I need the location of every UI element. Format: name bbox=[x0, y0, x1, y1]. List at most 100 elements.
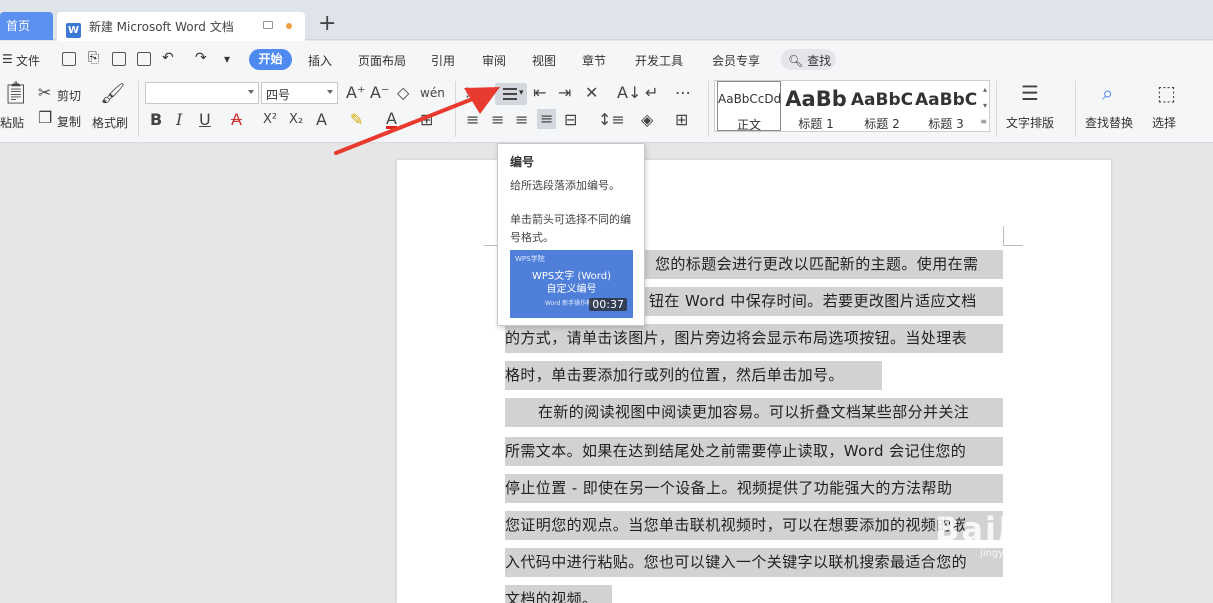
distributed-align-icon[interactable]: ⊟ bbox=[564, 112, 577, 128]
ribbon-toolbar: 📋︎ 粘贴 ✂ 剪切 ❐ 复制 🖌︎ 格式刷 四号 A⁺ A⁻ ◇ wén B … bbox=[0, 77, 1213, 143]
paste-button[interactable]: 粘贴 bbox=[0, 114, 24, 131]
font-size-select[interactable]: 四号 bbox=[261, 82, 338, 104]
search-command[interactable]: 🔍︎ 查找 bbox=[781, 49, 836, 70]
superscript-icon[interactable]: X² bbox=[263, 112, 277, 128]
decrease-indent-icon[interactable]: ⇤ bbox=[533, 85, 546, 101]
text-effect-icon[interactable]: A bbox=[316, 112, 327, 128]
style-preview: AaBb bbox=[785, 87, 847, 111]
style-heading-2[interactable]: AaBbC 标题 2 bbox=[849, 81, 915, 131]
divider bbox=[1075, 81, 1076, 137]
styles-gallery: AaBbCcDd 正文 AaBb 标题 1 AaBbC 标题 2 AaBbC 标… bbox=[714, 80, 990, 132]
chevron-down-icon[interactable]: ▾ bbox=[519, 88, 524, 98]
sort-icon[interactable]: A↓ bbox=[617, 85, 641, 101]
subscript-icon[interactable]: X₂ bbox=[289, 112, 303, 128]
tab-bar: 首页 W 新建 Microsoft Word 文档 + bbox=[0, 0, 1213, 41]
crop-mark bbox=[1003, 226, 1004, 246]
divider bbox=[996, 81, 997, 137]
export-icon[interactable]: ⎘ bbox=[88, 50, 99, 66]
numbering-tooltip: 编号 给所选段落添加编号。 单击箭头可选择不同的编号格式。 WPS学院 WPS文… bbox=[497, 143, 645, 326]
style-label: 标题 2 bbox=[864, 117, 900, 131]
menu-section[interactable]: 章节 bbox=[582, 52, 606, 69]
tooltip-description: 给所选段落添加编号。 bbox=[510, 179, 620, 192]
paste-icon[interactable]: 📋︎ bbox=[2, 83, 30, 105]
font-size-value: 四号 bbox=[266, 88, 291, 102]
screen-icon[interactable] bbox=[263, 21, 273, 29]
document-text-line[interactable]: 文档的视频。 bbox=[505, 585, 612, 603]
tab-leader-icon[interactable]: ⋯ bbox=[675, 85, 691, 101]
style-label: 标题 3 bbox=[928, 117, 964, 131]
menu-home[interactable]: 开始 bbox=[249, 49, 292, 70]
menu-page-layout[interactable]: 页面布局 bbox=[358, 52, 406, 69]
menu-developer[interactable]: 开发工具 bbox=[635, 52, 683, 69]
menu-file[interactable]: 文件 bbox=[16, 52, 40, 69]
document-text-line[interactable]: 所需文本。如果在达到结尾处之前需要停止读取，Word 会记住您的 bbox=[505, 437, 1003, 466]
format-painter-button[interactable]: 格式刷 bbox=[92, 114, 128, 131]
tab-document[interactable]: W 新建 Microsoft Word 文档 bbox=[57, 12, 305, 41]
menu-member[interactable]: 会员专享 bbox=[712, 52, 760, 69]
copy-icon[interactable]: ❐ bbox=[38, 110, 52, 126]
divider bbox=[138, 81, 139, 137]
menu-references[interactable]: 引用 bbox=[431, 52, 455, 69]
document-text-line[interactable]: 停止位置 - 即使在另一个设备上。视频提供了功能强大的方法帮助 bbox=[505, 474, 1003, 503]
menu-insert[interactable]: 插入 bbox=[308, 52, 332, 69]
chinese-layout-icon[interactable]: ✕ bbox=[585, 85, 598, 101]
font-name-select[interactable] bbox=[145, 82, 259, 104]
expand-styles-icon[interactable]: ≡ bbox=[980, 117, 987, 126]
style-normal[interactable]: AaBbCcDd 正文 bbox=[717, 81, 782, 132]
format-painter-icon[interactable]: 🖌︎ bbox=[100, 83, 125, 103]
borders-icon[interactable]: ⊞ bbox=[675, 112, 688, 128]
video-title-line: 自定义编号 bbox=[546, 284, 597, 295]
style-preview: AaBbC bbox=[915, 90, 977, 110]
print-icon[interactable] bbox=[112, 52, 126, 66]
word-doc-icon: W bbox=[66, 23, 81, 38]
shading-icon[interactable]: ◈ bbox=[641, 112, 653, 128]
undo-icon[interactable]: ↶ bbox=[162, 50, 174, 66]
redo-icon[interactable]: ↷ bbox=[195, 50, 207, 66]
bold-button[interactable]: B bbox=[150, 112, 162, 128]
document-text-line[interactable]: 您证明您的观点。当您单击联机视频时，可以在想要添加的视频的嵌 bbox=[505, 511, 1003, 540]
style-heading-1[interactable]: AaBb 标题 1 bbox=[783, 81, 849, 131]
menu-bar: ☰ 文件 ⎘ ↶ ↷ ▾ 开始 插入 页面布局 引用 审阅 视图 章节 开发工具… bbox=[0, 41, 1213, 77]
show-marks-icon[interactable]: ↵ bbox=[645, 85, 658, 101]
scroll-down-icon[interactable]: ▾ bbox=[983, 101, 987, 110]
style-heading-3[interactable]: AaBbC 标题 3 bbox=[915, 81, 977, 131]
select-icon[interactable]: ⬚ bbox=[1157, 83, 1176, 103]
find-replace-button[interactable]: 查找替换 bbox=[1085, 114, 1133, 131]
find-icon[interactable]: ⌕ bbox=[1102, 83, 1113, 103]
scroll-up-icon[interactable]: ▴ bbox=[983, 85, 987, 94]
copy-button[interactable]: 复制 bbox=[57, 113, 81, 130]
video-title-line: WPS文字 (Word) bbox=[532, 271, 611, 282]
underline-button[interactable]: U bbox=[199, 112, 211, 128]
justify-icon[interactable]: ≡ bbox=[537, 109, 557, 129]
menu-review[interactable]: 审阅 bbox=[482, 52, 506, 69]
print-preview-icon[interactable] bbox=[137, 52, 151, 66]
menu-view[interactable]: 视图 bbox=[532, 52, 556, 69]
select-button[interactable]: 选择 bbox=[1152, 114, 1176, 131]
cut-icon[interactable]: ✂ bbox=[38, 85, 51, 101]
annotation-arrow-icon bbox=[334, 87, 500, 155]
text-layout-icon[interactable]: ☰ bbox=[1021, 83, 1039, 103]
document-text-line[interactable]: 的方式，请单击该图片，图片旁边将会显示布局选项按钮。当处理表 bbox=[505, 324, 1003, 353]
style-preview: AaBbC bbox=[850, 90, 914, 110]
style-preview: AaBbCcDd bbox=[718, 92, 782, 106]
add-tab-button[interactable]: + bbox=[318, 13, 336, 35]
menu-hamburger-icon[interactable]: ☰ bbox=[2, 52, 13, 66]
save-icon[interactable] bbox=[62, 52, 76, 66]
document-text-line[interactable]: 格时，单击要添加行或列的位置，然后单击加号。 bbox=[505, 361, 882, 390]
tab-home[interactable]: 首页 bbox=[0, 12, 53, 40]
strikethrough-icon[interactable]: A bbox=[231, 112, 242, 128]
align-right-icon[interactable]: ≡ bbox=[515, 112, 528, 128]
chevron-down-icon bbox=[248, 90, 254, 94]
increase-indent-icon[interactable]: ⇥ bbox=[558, 85, 571, 101]
crop-mark bbox=[1003, 245, 1023, 246]
cut-button[interactable]: 剪切 bbox=[57, 87, 81, 104]
quick-access-dropdown-icon[interactable]: ▾ bbox=[224, 52, 230, 66]
document-text-line[interactable]: 入代码中进行粘贴。您也可以键入一个关键字以联机搜索最适合您的 bbox=[505, 548, 1003, 577]
italic-button[interactable]: I bbox=[176, 112, 182, 128]
unsaved-dot-icon bbox=[286, 23, 292, 29]
line-spacing-icon[interactable]: ↕≡ bbox=[598, 112, 625, 128]
document-text-line[interactable]: 在新的阅读视图中阅读更加容易。可以折叠文档某些部分并关注 bbox=[505, 398, 1003, 427]
tutorial-video-thumbnail[interactable]: WPS学院 WPS文字 (Word) 自定义编号 Word 新手操作教程 00:… bbox=[510, 250, 633, 318]
text-layout-button[interactable]: 文字排版 bbox=[1006, 114, 1054, 131]
watermark-url: jingyan.baidu.com bbox=[980, 548, 1073, 559]
